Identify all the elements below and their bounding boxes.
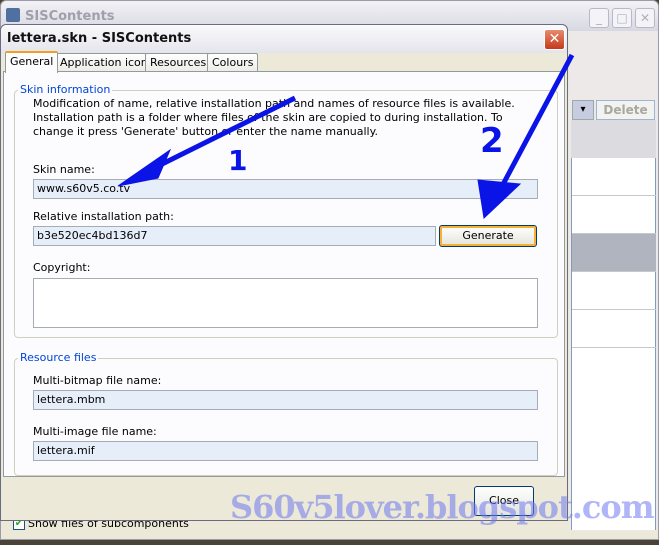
watermark: S60v5lover.blogspot.com (230, 488, 655, 526)
tab-general[interactable]: General (5, 51, 59, 73)
annotation-1: 1 (228, 144, 247, 177)
arrow-1-head (117, 148, 172, 187)
arrow-2-head (477, 179, 522, 220)
annotation-2: 2 (480, 121, 504, 161)
annotation-overlay: 1 2 (117, 53, 575, 220)
